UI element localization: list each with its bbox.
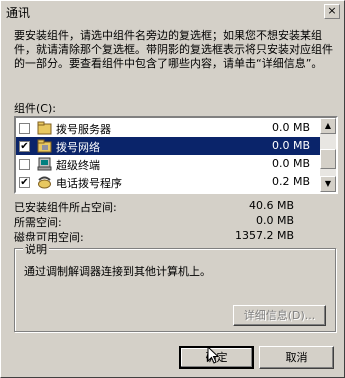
components-label: 组件(C): [14, 102, 56, 115]
list-item[interactable]: 超级终端 0.0 MB [16, 155, 320, 173]
component-name: 拨号服务器 [56, 123, 111, 136]
component-size: 0.0 MB [271, 139, 310, 152]
folder-icon [37, 121, 52, 135]
free-space-row: 磁盘可用空间: 1357.2 MB [14, 229, 294, 244]
vertical-scrollbar[interactable]: ▲ ▼ [320, 118, 336, 192]
phone-icon [38, 176, 51, 189]
component-name: 超级终端 [56, 159, 100, 172]
checkbox[interactable]: ✔ [19, 177, 30, 188]
free-space-value: 1357.2 MB [234, 229, 294, 242]
component-size: 0.0 MB [271, 157, 310, 170]
checkbox[interactable] [19, 123, 30, 134]
list-item[interactable]: ✔ 电话拨号程序 0.2 MB [16, 173, 320, 191]
mouse-cursor-icon [207, 346, 219, 364]
installed-space-row: 已安装组件所占空间: 40.6 MB [14, 199, 294, 214]
required-space-label: 所需空间: [14, 216, 62, 229]
list-item[interactable]: ✔ 拨号网络 0.0 MB [16, 137, 320, 155]
terminal-icon [37, 157, 52, 171]
description-text: 要安装组件，请选中组件名旁边的复选框；如果您不想安装某组件，就请清除那个复选框。… [14, 29, 333, 70]
scroll-up-button[interactable]: ▲ [320, 118, 336, 134]
explanation-title: 说明 [23, 241, 49, 257]
components-list[interactable]: 拨号服务器 0.0 MB ✔ 拨号网络 0.0 MB 超级终端 0.0 MB ✔… [14, 116, 338, 194]
checkbox[interactable]: ✔ [19, 141, 30, 152]
network-icon [37, 139, 52, 153]
close-button[interactable]: × [324, 4, 340, 19]
list-item[interactable]: 拨号服务器 0.0 MB [16, 119, 320, 137]
required-space-row: 所需空间: 0.0 MB [14, 214, 294, 229]
installed-space-value: 40.6 MB [248, 199, 294, 212]
title-bar[interactable]: 通讯 × [2, 2, 343, 20]
cancel-button[interactable]: 取消 [259, 346, 334, 369]
explanation-group: 说明 通过调制解调器连接到其他计算机上。 详细信息(D)... [14, 241, 336, 332]
details-button[interactable]: 详细信息(D)... [233, 305, 326, 326]
scroll-thumb[interactable] [320, 149, 336, 169]
component-size: 0.2 MB [271, 175, 310, 188]
explanation-text: 通过调制解调器连接到其他计算机上。 [24, 265, 211, 278]
checkbox[interactable] [19, 159, 30, 170]
dialog-window: 通讯 × 要安装组件，请选中组件名旁边的复选框；如果您不想安装某组件，就请清除那… [0, 0, 345, 378]
window-title: 通讯 [6, 6, 31, 20]
required-space-value: 0.0 MB [255, 214, 294, 227]
scroll-down-button[interactable]: ▼ [320, 176, 336, 192]
component-size: 0.0 MB [271, 121, 310, 134]
component-name: 电话拨号程序 [56, 177, 122, 190]
component-name: 拨号网络 [56, 141, 100, 154]
installed-space-label: 已安装组件所占空间: [14, 201, 117, 214]
